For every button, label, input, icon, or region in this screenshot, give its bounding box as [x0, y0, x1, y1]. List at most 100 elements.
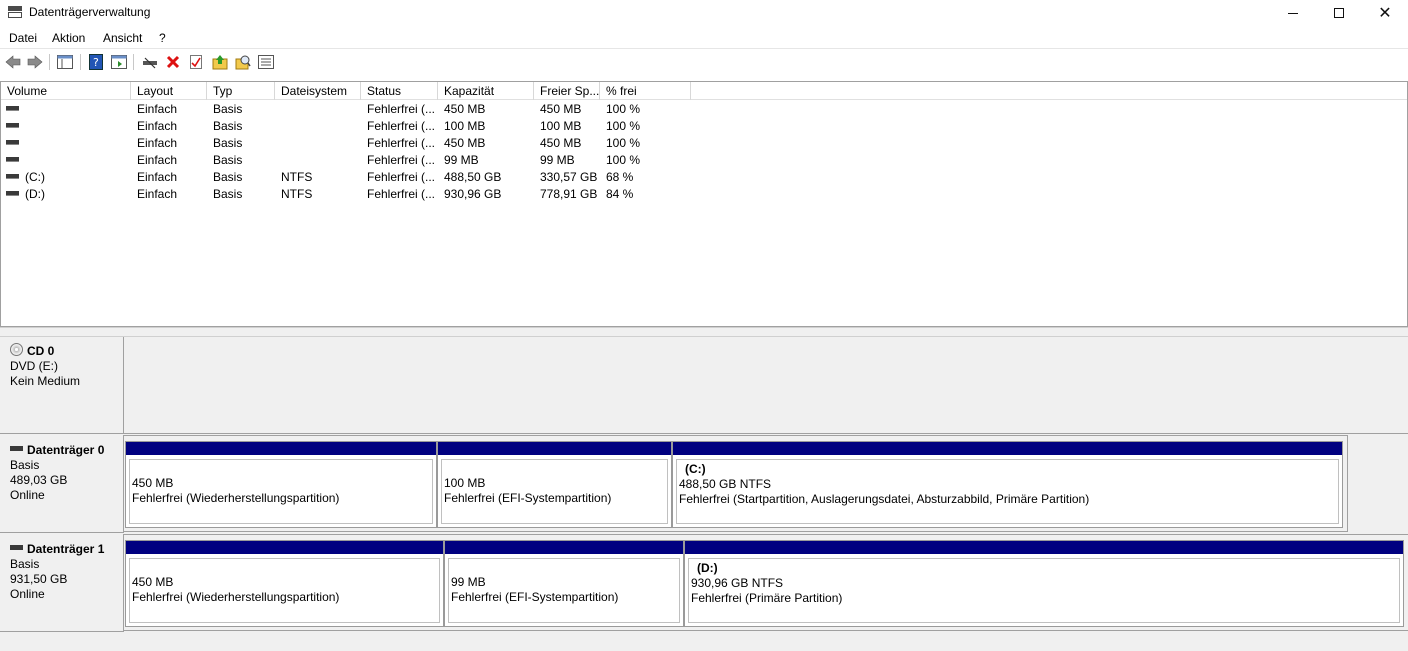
refresh-button[interactable] [211, 53, 229, 71]
partition-size: 450 MB [132, 575, 174, 589]
table-row[interactable]: (C:) Einfach Basis NTFS Fehlerfrei (... … [1, 169, 1407, 186]
partition-status: Fehlerfrei (EFI-Systempartition) [444, 491, 612, 505]
volume-list-header: Volume Layout Typ Dateisystem Status Kap… [1, 82, 1407, 100]
volume-list[interactable]: Volume Layout Typ Dateisystem Status Kap… [0, 81, 1408, 327]
cell-prozent-frei: 68 % [606, 170, 634, 184]
menu-ansicht[interactable]: Ansicht [103, 31, 142, 45]
cell-volume: (C:) [25, 170, 45, 184]
partition-size: 99 MB [451, 575, 486, 589]
disk-type: Basis [10, 458, 40, 472]
close-icon: ✕ [1378, 3, 1392, 22]
volume-icon [6, 106, 19, 111]
menu-datei[interactable]: Datei [9, 31, 37, 45]
column-header-layout[interactable]: Layout [131, 82, 207, 100]
partition[interactable]: (C:) 488,50 GB NTFS Fehlerfrei (Startpar… [672, 441, 1343, 528]
partition[interactable]: 450 MB Fehlerfrei (Wiederherstellungspar… [125, 441, 437, 528]
partition-body: 450 MB Fehlerfrei (Wiederherstellungspar… [129, 459, 433, 524]
disk-type: DVD (E:) [10, 359, 58, 373]
refresh-icon [212, 55, 228, 70]
menu-help[interactable]: ? [159, 31, 166, 45]
cell-layout: Einfach [137, 153, 178, 167]
rescan-icon [235, 55, 251, 70]
action-pane-button[interactable] [110, 53, 128, 71]
partition-size: 100 MB [444, 476, 486, 490]
details-view-button[interactable] [257, 53, 275, 71]
column-header-kapazitaet[interactable]: Kapazität [438, 82, 534, 100]
table-row[interactable]: Einfach Basis Fehlerfrei (... 450 MB 450… [1, 135, 1407, 152]
cell-layout: Einfach [137, 136, 178, 150]
column-header-volume[interactable]: Volume [1, 82, 131, 100]
cell-typ: Basis [213, 170, 243, 184]
console-tree-button[interactable] [56, 53, 74, 71]
cell-prozent-frei: 100 % [606, 153, 641, 167]
table-row[interactable]: (D:) Einfach Basis NTFS Fehlerfrei (... … [1, 186, 1407, 203]
cell-kapazitaet: 450 MB [444, 136, 486, 150]
partition-color-bar [445, 541, 683, 554]
partition-status: Fehlerfrei (Startpartition, Auslagerungs… [679, 492, 1090, 506]
partition[interactable]: (D:) 930,96 GB NTFS Fehlerfrei (Primäre … [684, 540, 1404, 627]
volume-icon [6, 123, 19, 128]
partition-color-bar [673, 442, 1342, 455]
cell-typ: Basis [213, 102, 243, 116]
back-button[interactable] [4, 53, 22, 71]
column-header-prozent-frei[interactable]: % frei [600, 82, 691, 100]
disk-status: Online [10, 587, 45, 601]
connect-drive-button[interactable] [141, 53, 159, 71]
menu-aktion[interactable]: Aktion [52, 31, 85, 45]
help-button[interactable]: ? [87, 53, 105, 71]
cell-status: Fehlerfrei (... [367, 153, 436, 167]
window-title: Datenträgerverwaltung [29, 5, 151, 19]
hard-disk-icon [10, 545, 23, 551]
cell-freier-speicher: 100 MB [540, 119, 582, 133]
connect-drive-icon [143, 57, 157, 69]
cell-layout: Einfach [137, 187, 178, 201]
delete-icon [166, 55, 180, 69]
cell-dateisystem: NTFS [281, 187, 313, 201]
cell-freier-speicher: 778,91 GB [540, 187, 598, 201]
disk-graphical-view: CD 0 DVD (E:) Kein Medium Datenträger 0 … [0, 337, 1408, 651]
toolbar-separator [80, 54, 81, 70]
partition-color-bar [685, 541, 1403, 554]
column-header-dateisystem[interactable]: Dateisystem [275, 82, 361, 100]
cell-layout: Einfach [137, 119, 178, 133]
minimize-button[interactable] [1270, 0, 1316, 26]
column-header-status[interactable]: Status [361, 82, 438, 100]
volume-icon [6, 157, 19, 162]
disk-label-disk0[interactable]: Datenträger 0 Basis 489,03 GB Online [0, 435, 124, 533]
partition-color-bar [126, 541, 443, 554]
partition-color-bar [126, 442, 436, 455]
toolbar-separator [49, 54, 50, 70]
properties-button[interactable] [187, 53, 205, 71]
table-row[interactable]: Einfach Basis Fehlerfrei (... 99 MB 99 M… [1, 152, 1407, 169]
cell-prozent-frei: 100 % [606, 102, 641, 116]
column-header-typ[interactable]: Typ [207, 82, 275, 100]
volume-icon [6, 191, 19, 196]
pane-splitter[interactable] [0, 327, 1408, 337]
disk0-partition-area: 450 MB Fehlerfrei (Wiederherstellungspar… [124, 435, 1348, 532]
cell-typ: Basis [213, 153, 243, 167]
close-button[interactable]: ✕ [1362, 0, 1408, 26]
cell-dateisystem: NTFS [281, 170, 313, 184]
table-row[interactable]: Einfach Basis Fehlerfrei (... 100 MB 100… [1, 118, 1407, 135]
disk-label-cd0[interactable]: CD 0 DVD (E:) Kein Medium [0, 337, 124, 434]
cell-kapazitaet: 100 MB [444, 119, 486, 133]
partition[interactable]: 99 MB Fehlerfrei (EFI-Systempartition) [444, 540, 684, 627]
volume-icon [6, 174, 19, 179]
disk-size: 931,50 GB [10, 572, 68, 586]
table-row[interactable]: Einfach Basis Fehlerfrei (... 450 MB 450… [1, 101, 1407, 118]
disk-label-disk1[interactable]: Datenträger 1 Basis 931,50 GB Online [0, 534, 124, 632]
column-header-freier-speicher[interactable]: Freier Sp... [534, 82, 600, 100]
forward-button[interactable] [26, 53, 44, 71]
partition-status: Fehlerfrei (EFI-Systempartition) [451, 590, 619, 604]
minimize-icon [1288, 12, 1298, 14]
delete-button[interactable] [164, 53, 182, 71]
cell-prozent-frei: 84 % [606, 187, 634, 201]
partition[interactable]: 450 MB Fehlerfrei (Wiederherstellungspar… [125, 540, 444, 627]
cell-typ: Basis [213, 187, 243, 201]
maximize-button[interactable] [1316, 0, 1362, 26]
rescan-button[interactable] [234, 53, 252, 71]
back-arrow-icon [5, 55, 21, 69]
partition[interactable]: 100 MB Fehlerfrei (EFI-Systempartition) [437, 441, 672, 528]
volume-icon [6, 140, 19, 145]
partition-size: 450 MB [132, 476, 174, 490]
